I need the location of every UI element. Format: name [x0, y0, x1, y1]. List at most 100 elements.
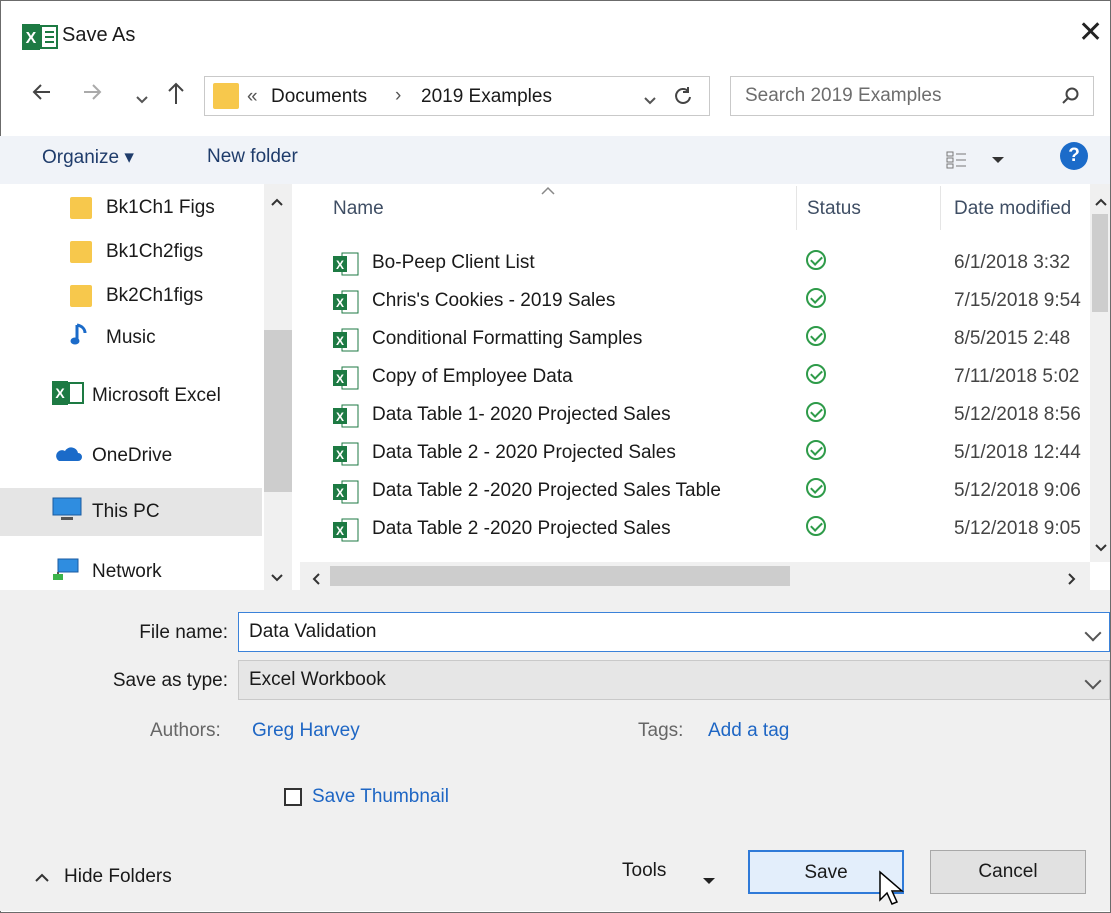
sidebar-item-bk1ch2figs[interactable]: Bk1Ch2figs	[70, 232, 203, 272]
breadcrumb-documents[interactable]: Documents	[271, 86, 367, 108]
sidebar-item-onedrive[interactable]: OneDrive	[52, 436, 172, 476]
sync-ok-icon	[806, 288, 826, 308]
authors-value[interactable]: Greg Harvey	[252, 720, 360, 742]
chevron-up-icon[interactable]	[34, 868, 50, 890]
breadcrumb-overflow[interactable]: «	[247, 86, 258, 108]
nav-scroll-up-icon[interactable]	[270, 192, 284, 214]
address-dropdown-icon[interactable]	[643, 91, 657, 113]
file-name-field[interactable]: Data Validation	[238, 612, 1110, 652]
sidebar-item-network[interactable]: Network	[52, 552, 162, 592]
excel-icon: X	[52, 381, 84, 411]
vertical-scrollbar-thumb[interactable]	[1092, 214, 1108, 312]
sidebar-item-music[interactable]: Music	[70, 318, 156, 358]
search-icon[interactable]	[1061, 86, 1081, 112]
sort-ascending-icon	[540, 180, 556, 202]
file-name: Data Table 1- 2020 Projected Sales	[372, 404, 671, 425]
hide-folders-button[interactable]: Hide Folders	[64, 866, 172, 888]
cancel-button[interactable]: Cancel	[930, 850, 1086, 894]
arrow-left-icon[interactable]	[30, 80, 54, 110]
chevron-down-icon[interactable]	[135, 86, 149, 112]
sync-ok-icon	[806, 250, 826, 270]
file-row[interactable]: X Copy of Employee Data 7/11/2018 5:02	[330, 358, 1090, 396]
sidebar-item-bk1ch1-figs[interactable]: Bk1Ch1 Figs	[70, 188, 215, 228]
excel-file-icon: X	[332, 290, 360, 314]
window-title: Save As	[62, 24, 136, 46]
save-thumbnail-label[interactable]: Save Thumbnail	[312, 786, 449, 808]
excel-file-icon: X	[332, 328, 360, 352]
chevron-down-icon[interactable]	[1084, 672, 1102, 690]
arrow-up-icon[interactable]	[164, 80, 188, 112]
sidebar-item-label: Network	[92, 561, 162, 582]
help-button[interactable]: ?	[1060, 142, 1088, 170]
tools-dropdown-icon[interactable]	[702, 869, 716, 891]
arrow-right-icon[interactable]	[80, 80, 104, 110]
column-header-date-modified[interactable]: Date modified	[954, 198, 1071, 220]
file-row[interactable]: X Data Table 1- 2020 Projected Sales 5/1…	[330, 396, 1090, 434]
sidebar-item-this-pc[interactable]: This PC	[52, 492, 160, 532]
folder-icon	[70, 197, 92, 219]
sidebar-item-label: Bk2Ch1figs	[106, 285, 204, 306]
file-row[interactable]: X Bo-Peep Client List 6/1/2018 3:32	[330, 244, 1090, 282]
nav-scrollbar-thumb[interactable]	[264, 330, 292, 492]
sidebar-item-label: Microsoft Excel	[92, 385, 221, 406]
authors-label: Authors:	[150, 720, 221, 741]
file-row[interactable]: X Data Table 2 - 2020 Projected Sales 5/…	[330, 434, 1090, 472]
column-divider	[940, 186, 941, 230]
scroll-down-icon[interactable]	[1094, 538, 1108, 560]
file-date: 5/12/2018 9:06	[954, 480, 1081, 501]
scroll-up-icon[interactable]	[1094, 192, 1108, 214]
tools-button[interactable]: Tools	[622, 860, 666, 882]
breadcrumb-2019-examples[interactable]: 2019 Examples	[421, 86, 552, 108]
save-type-select[interactable]: Excel Workbook	[238, 660, 1110, 700]
sync-ok-icon	[806, 364, 826, 384]
save-type-value: Excel Workbook	[249, 669, 386, 690]
nav-scroll-down-icon[interactable]	[270, 568, 284, 590]
file-date: 5/12/2018 8:56	[954, 404, 1081, 425]
folder-icon	[213, 83, 239, 109]
excel-file-icon: X	[332, 480, 360, 504]
svg-text:X: X	[55, 385, 65, 401]
new-folder-button[interactable]: New folder	[207, 146, 298, 168]
file-row[interactable]: X Data Table 2 -2020 Projected Sales Tab…	[330, 472, 1090, 510]
file-date: 5/1/2018 12:44	[954, 442, 1081, 463]
file-name: Bo-Peep Client List	[372, 252, 535, 273]
chevron-down-icon[interactable]	[1084, 624, 1102, 642]
column-header-name[interactable]: Name	[333, 198, 384, 220]
sync-ok-icon	[806, 402, 826, 422]
view-options-icon[interactable]	[946, 150, 1016, 176]
add-tag-link[interactable]: Add a tag	[708, 720, 789, 742]
sidebar-item-label: OneDrive	[92, 445, 173, 466]
sidebar-item-microsoft-excel[interactable]: X Microsoft Excel	[52, 376, 221, 416]
file-row[interactable]: X Data Table 2 -2020 Projected Sales 5/1…	[330, 510, 1090, 548]
sidebar-item-label: Bk1Ch2figs	[106, 241, 204, 262]
column-header-status[interactable]: Status	[807, 198, 861, 220]
excel-file-icon: X	[332, 404, 360, 428]
scroll-left-icon[interactable]	[310, 570, 322, 592]
search-input[interactable]: Search 2019 Examples	[730, 76, 1094, 116]
save-thumbnail-checkbox[interactable]	[284, 788, 302, 806]
refresh-icon[interactable]	[673, 86, 693, 112]
svg-text:X: X	[336, 372, 344, 386]
address-bar[interactable]: « Documents › 2019 Examples	[204, 76, 710, 116]
svg-text:X: X	[26, 30, 37, 47]
file-row[interactable]: X Chris's Cookies - 2019 Sales 7/15/2018…	[330, 282, 1090, 320]
svg-text:X: X	[336, 258, 344, 272]
organize-button[interactable]: Organize ▾	[42, 146, 134, 169]
breadcrumb-separator: ›	[395, 85, 402, 106]
file-name: Data Table 2 -2020 Projected Sales Table	[372, 480, 721, 501]
scroll-right-icon[interactable]	[1066, 570, 1078, 592]
sidebar-item-label: This PC	[92, 501, 160, 522]
cloud-icon	[52, 444, 82, 468]
horizontal-scrollbar-thumb[interactable]	[330, 566, 790, 586]
sidebar-item-label: Bk1Ch1 Figs	[106, 197, 215, 218]
file-name: Data Table 2 - 2020 Projected Sales	[372, 442, 676, 463]
file-date: 5/12/2018 9:05	[954, 518, 1081, 539]
sidebar-item-label: Music	[106, 327, 156, 348]
close-icon[interactable]: ✕	[1078, 18, 1103, 48]
sync-ok-icon	[806, 516, 826, 536]
sidebar-item-bk2ch1figs[interactable]: Bk2Ch1figs	[70, 276, 203, 316]
sync-ok-icon	[806, 440, 826, 460]
file-name-value: Data Validation	[249, 621, 377, 642]
folder-icon	[70, 241, 92, 263]
file-row[interactable]: X Conditional Formatting Samples 8/5/201…	[330, 320, 1090, 358]
